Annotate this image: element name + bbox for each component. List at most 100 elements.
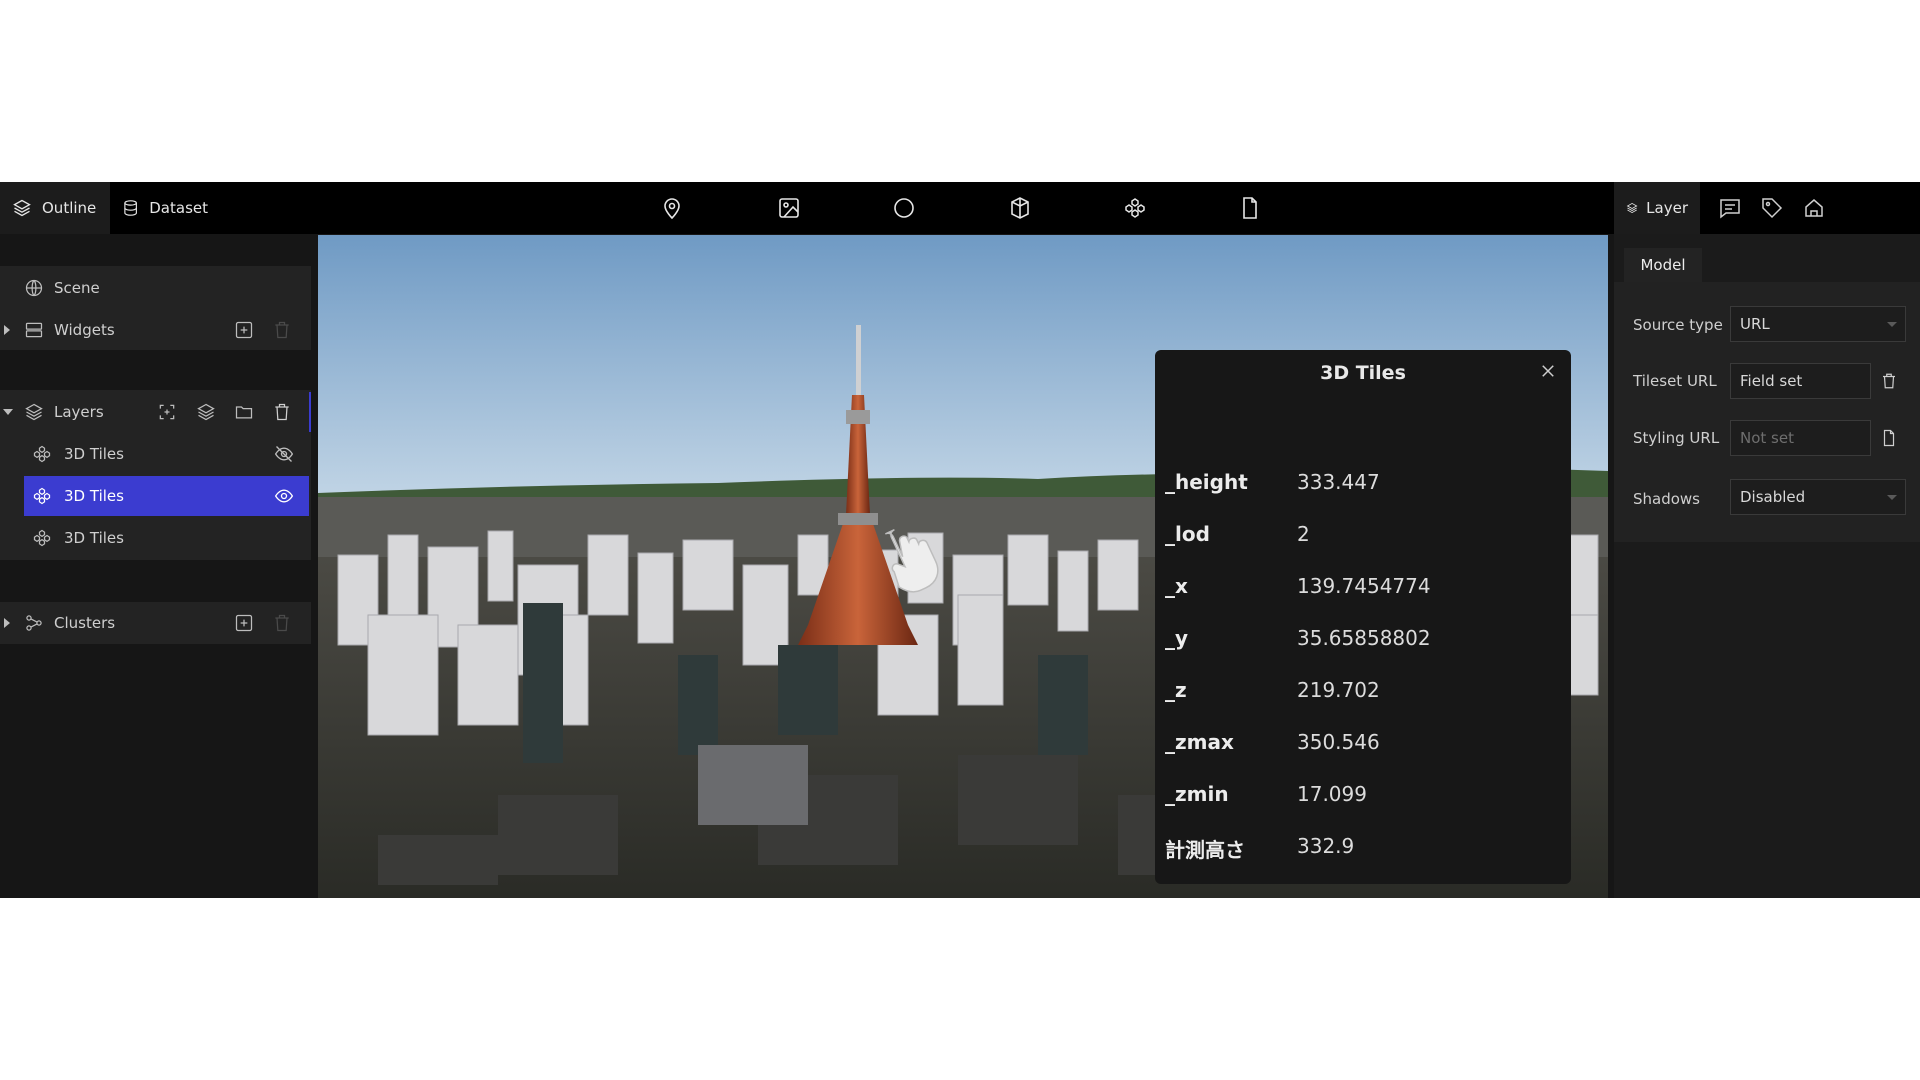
circle-tool[interactable] bbox=[890, 194, 918, 222]
layer-label: 3D Tiles bbox=[64, 445, 124, 463]
feature-info-popup: 3D Tiles _height 333.447 _lod 2 _x 139.7… bbox=[1155, 350, 1571, 884]
trash-icon[interactable] bbox=[1880, 371, 1898, 391]
scene-section: Scene Widgets bbox=[0, 266, 311, 350]
property-key: _z bbox=[1165, 678, 1187, 702]
clusters-icon bbox=[26, 615, 42, 631]
map-pin-tool[interactable] bbox=[658, 194, 686, 222]
shadows-row: Shadows Disabled bbox=[1614, 479, 1920, 542]
model-properties: Source type URL Tileset URL Field set St… bbox=[1614, 282, 1920, 482]
property-key: 計測高さ bbox=[1165, 838, 1245, 862]
tab-outline[interactable]: Outline bbox=[0, 182, 110, 234]
property-key: _height bbox=[1165, 470, 1248, 494]
image-icon bbox=[779, 198, 799, 218]
property-value: 139.7454774 bbox=[1297, 574, 1431, 598]
property-value: 332.9 bbox=[1297, 834, 1355, 858]
styling-url-placeholder: Not set bbox=[1740, 429, 1794, 447]
layer-label: 3D Tiles bbox=[64, 529, 124, 547]
eye-icon[interactable] bbox=[273, 486, 295, 506]
property-value: 2 bbox=[1297, 522, 1310, 546]
layer-item[interactable]: 3D Tiles bbox=[24, 518, 309, 558]
layer-item-selected[interactable]: 3D Tiles bbox=[24, 476, 309, 516]
layer-item[interactable]: 3D Tiles bbox=[24, 434, 309, 474]
tiles-icon bbox=[33, 445, 51, 463]
right-tab-bar: Layer bbox=[1614, 182, 1920, 234]
property-value: 219.702 bbox=[1297, 678, 1380, 702]
tab-outline-label: Outline bbox=[42, 199, 97, 217]
scene-item[interactable]: Scene bbox=[0, 268, 311, 308]
source-type-label: Source type bbox=[1633, 316, 1723, 334]
property-row: _x 139.7454774 bbox=[1165, 566, 1565, 606]
property-row: _zmin 17.099 bbox=[1165, 774, 1565, 814]
widgets-item[interactable]: Widgets bbox=[0, 310, 311, 350]
close-icon[interactable] bbox=[1539, 362, 1557, 380]
layers-icon bbox=[13, 199, 31, 217]
tab-layer-label: Layer bbox=[1646, 199, 1688, 217]
file-tool[interactable] bbox=[1236, 194, 1264, 222]
folder-icon[interactable] bbox=[234, 402, 254, 422]
infobox-icon[interactable] bbox=[1718, 196, 1742, 220]
trash-icon[interactable] bbox=[272, 320, 292, 340]
map-pin-icon bbox=[664, 198, 680, 220]
clusters-section: Clusters bbox=[0, 602, 311, 644]
property-key: _lod bbox=[1165, 522, 1210, 546]
property-row: _z 219.702 bbox=[1165, 670, 1565, 710]
layer-label: 3D Tiles bbox=[64, 487, 124, 505]
layers-section: Layers 3D Tiles 3D Tiles 3D Tiles bbox=[0, 390, 311, 560]
layer-properties-panel: Model Source type URL Tileset URL Field … bbox=[1614, 234, 1920, 898]
trash-icon[interactable] bbox=[272, 402, 292, 422]
tileset-url-field[interactable]: Field set bbox=[1730, 363, 1871, 399]
model-tool[interactable] bbox=[1006, 194, 1034, 222]
tileset-url-label: Tileset URL bbox=[1633, 372, 1717, 390]
collapse-caret-icon[interactable] bbox=[3, 409, 13, 415]
layers-icon bbox=[1626, 202, 1638, 214]
source-type-value: URL bbox=[1740, 315, 1770, 333]
widgets-icon bbox=[25, 322, 43, 338]
tag-icon[interactable] bbox=[1760, 196, 1784, 220]
property-row: _height 333.447 bbox=[1165, 462, 1565, 502]
tab-dataset-label: Dataset bbox=[149, 199, 208, 217]
clusters-label: Clusters bbox=[54, 614, 116, 632]
globe-icon bbox=[25, 279, 43, 297]
tab-dataset[interactable]: Dataset bbox=[110, 182, 220, 234]
box-icon bbox=[1011, 197, 1029, 219]
file-icon[interactable] bbox=[1880, 428, 1898, 448]
add-icon[interactable] bbox=[234, 613, 254, 633]
property-value: 333.447 bbox=[1297, 470, 1380, 494]
eye-off-icon[interactable] bbox=[273, 444, 295, 464]
locate-icon[interactable] bbox=[157, 402, 177, 422]
trash-icon[interactable] bbox=[272, 613, 292, 633]
tiles-icon bbox=[1125, 198, 1145, 218]
expand-caret-icon[interactable] bbox=[4, 325, 10, 335]
shadows-select[interactable]: Disabled bbox=[1730, 479, 1906, 515]
layers-item[interactable]: Layers bbox=[0, 392, 311, 432]
property-row: _y 35.65858802 bbox=[1165, 618, 1565, 658]
expand-caret-icon[interactable] bbox=[4, 618, 10, 628]
property-row: 計測高さ 332.9 bbox=[1165, 826, 1565, 866]
property-value: 35.65858802 bbox=[1297, 626, 1431, 650]
shadows-value: Disabled bbox=[1740, 488, 1806, 506]
tileset-url-value: Field set bbox=[1740, 372, 1803, 390]
source-type-select[interactable]: URL bbox=[1730, 306, 1906, 342]
styling-url-field[interactable]: Not set bbox=[1730, 420, 1871, 456]
property-key: _zmin bbox=[1165, 782, 1229, 806]
tab-layer[interactable]: Layer bbox=[1614, 182, 1700, 234]
property-key: _x bbox=[1165, 574, 1188, 598]
outline-panel: Scene Widgets Layers 3D Tiles 3D Tiles 3… bbox=[0, 234, 311, 898]
add-icon[interactable] bbox=[234, 320, 254, 340]
tiles-tool[interactable] bbox=[1121, 194, 1149, 222]
property-key: _zmax bbox=[1165, 730, 1234, 754]
tiles-icon bbox=[33, 487, 51, 505]
app-window: Outline Dataset Scene Widgets Layers 3D … bbox=[0, 182, 1920, 898]
tab-model[interactable]: Model bbox=[1624, 248, 1702, 282]
add-layer-icon[interactable] bbox=[196, 402, 216, 422]
layers-label: Layers bbox=[54, 403, 104, 421]
image-tool[interactable] bbox=[775, 194, 803, 222]
shadows-label: Shadows bbox=[1633, 490, 1701, 508]
file-icon bbox=[1243, 197, 1257, 219]
property-value: 350.546 bbox=[1297, 730, 1380, 754]
clusters-item[interactable]: Clusters bbox=[0, 603, 311, 643]
property-row: _zmax 350.546 bbox=[1165, 722, 1565, 762]
database-icon bbox=[124, 200, 137, 216]
paint-icon[interactable] bbox=[1802, 196, 1826, 220]
property-value: 17.099 bbox=[1297, 782, 1367, 806]
